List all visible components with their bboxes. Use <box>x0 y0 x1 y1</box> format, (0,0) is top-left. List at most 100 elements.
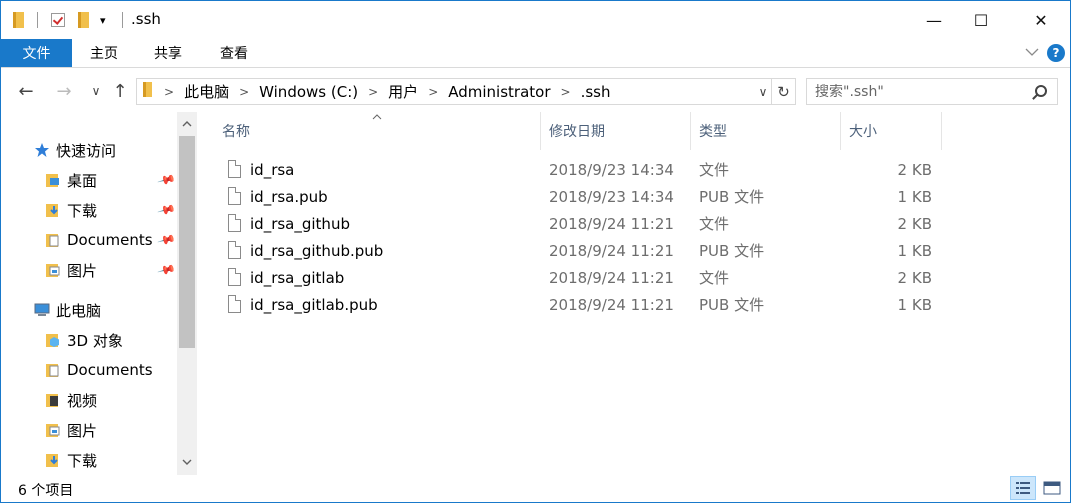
sidebar-item-label: 快速访问 <box>56 141 117 160</box>
chevron-right-icon[interactable]: > <box>364 85 382 99</box>
column-header-type[interactable]: 类型 <box>691 112 841 150</box>
sidebar-item-label: 下载 <box>67 201 98 220</box>
breadcrumb-this-pc[interactable]: 此电脑 <box>178 81 235 102</box>
pin-icon[interactable]: 📌 <box>157 200 177 220</box>
tab-home[interactable]: 主页 <box>77 39 131 67</box>
separator <box>122 1 123 39</box>
breadcrumb-users[interactable]: 用户 <box>382 81 424 102</box>
tab-share[interactable]: 共享 <box>141 39 195 67</box>
chevron-right-icon[interactable]: > <box>235 85 253 99</box>
title-bar: ▾ .ssh — ☐ ✕ <box>1 1 1070 39</box>
sidebar-item-label: 图片 <box>67 261 98 280</box>
large-icons-view-button[interactable] <box>1039 476 1065 500</box>
pin-icon[interactable]: 📌 <box>157 230 177 250</box>
videos-folder-icon <box>46 394 58 407</box>
details-view-button[interactable] <box>1010 476 1036 500</box>
file-icon <box>228 214 241 232</box>
details-view-icon <box>1016 482 1030 494</box>
scrollbar-thumb[interactable] <box>179 136 195 348</box>
file-row[interactable]: id_rsa_gitlab 2018/9/24 11:21 文件 2 KB <box>222 264 942 291</box>
downloads-folder-icon <box>46 454 58 467</box>
chevron-right-icon[interactable]: > <box>160 85 178 99</box>
folder-icon <box>143 82 152 101</box>
sidebar-item-label: 3D 对象 <box>67 331 123 350</box>
file-name: id_rsa_gitlab <box>250 268 345 287</box>
star-icon <box>35 143 49 157</box>
file-size: 2 KB <box>897 268 932 287</box>
tab-file[interactable]: 文件 <box>1 39 72 67</box>
file-icon <box>228 295 241 313</box>
file-icon <box>228 268 241 286</box>
expand-ribbon-chevron-icon[interactable] <box>1025 45 1039 59</box>
refresh-icon[interactable]: ↻ <box>771 79 795 104</box>
computer-icon <box>34 303 50 316</box>
file-name: id_rsa.pub <box>250 187 328 206</box>
sidebar-item-label: 视频 <box>67 391 98 410</box>
back-button[interactable]: ← <box>15 80 37 102</box>
sidebar-item-label: 图片 <box>67 421 98 440</box>
tab-view[interactable]: 查看 <box>207 39 261 67</box>
address-bar[interactable]: > 此电脑 > Windows (C:) > 用户 > Administrato… <box>136 78 796 105</box>
up-button[interactable]: ↑ <box>109 80 131 102</box>
file-icon <box>228 241 241 259</box>
file-type: PUB 文件 <box>699 188 765 206</box>
file-name: id_rsa_github.pub <box>250 241 384 260</box>
minimize-button[interactable]: — <box>911 1 957 39</box>
maximize-button[interactable]: ☐ <box>958 1 1004 39</box>
forward-button[interactable]: → <box>53 80 75 102</box>
sidebar-scrollbar[interactable] <box>177 112 197 475</box>
desktop-folder-icon <box>46 174 59 187</box>
file-size: 2 KB <box>897 160 932 179</box>
file-row[interactable]: id_rsa_github.pub 2018/9/24 11:21 PUB 文件… <box>222 237 942 264</box>
breadcrumb-drive-c[interactable]: Windows (C:) <box>253 83 364 101</box>
scroll-down-arrow-icon[interactable] <box>177 452 197 472</box>
navigation-bar: ← → ∨ ↑ > 此电脑 > Windows (C:) > 用户 > Admi… <box>1 68 1070 112</box>
item-count: 6 个项目 <box>18 483 74 499</box>
chevron-right-icon[interactable]: > <box>557 85 575 99</box>
help-icon[interactable]: ? <box>1047 44 1065 62</box>
properties-icon[interactable] <box>51 1 65 39</box>
address-history-dropdown-icon[interactable]: ∨ <box>755 82 771 102</box>
file-row[interactable]: id_rsa 2018/9/23 14:34 文件 2 KB <box>222 156 942 183</box>
search-icon[interactable] <box>1035 85 1047 97</box>
file-list: 名称 修改日期 类型 大小 id_rsa 2018/9/23 14:34 文件 … <box>197 112 1070 475</box>
file-date: 2018/9/24 11:21 <box>549 214 674 233</box>
recent-locations-button[interactable]: ∨ <box>85 80 107 102</box>
window-title: .ssh <box>131 10 161 28</box>
search-box[interactable] <box>806 78 1058 105</box>
file-size: 1 KB <box>897 295 932 314</box>
file-row[interactable]: id_rsa.pub 2018/9/23 14:34 PUB 文件 1 KB <box>222 183 942 210</box>
file-type: PUB 文件 <box>699 296 765 314</box>
pictures-folder-icon <box>46 264 60 277</box>
status-bar: 6 个项目 <box>1 475 1070 502</box>
column-header-date-modified[interactable]: 修改日期 <box>541 112 691 150</box>
file-type: 文件 <box>699 215 730 233</box>
customize-qat-dropdown-icon[interactable]: ▾ <box>100 1 106 39</box>
file-date: 2018/9/23 14:34 <box>549 160 674 179</box>
sidebar-item-label: Documents <box>67 361 153 379</box>
pin-icon[interactable]: 📌 <box>157 260 177 280</box>
new-folder-icon[interactable] <box>78 1 89 39</box>
column-header-name[interactable]: 名称 <box>214 112 541 150</box>
pin-icon[interactable]: 📌 <box>157 170 177 190</box>
search-input[interactable] <box>815 83 1025 100</box>
file-type: PUB 文件 <box>699 242 765 260</box>
file-row[interactable]: id_rsa_github 2018/9/24 11:21 文件 2 KB <box>222 210 942 237</box>
documents-folder-icon <box>46 234 59 247</box>
chevron-right-icon[interactable]: > <box>424 85 442 99</box>
column-header-size[interactable]: 大小 <box>841 112 942 150</box>
navigation-pane: 快速访问 桌面 📌 下载 📌 Documents 📌 图片 📌 此电脑 3D 对… <box>1 112 197 475</box>
file-name: id_rsa_github <box>250 214 350 233</box>
breadcrumb-administrator[interactable]: Administrator <box>442 83 556 101</box>
scroll-up-arrow-icon[interactable] <box>177 114 197 134</box>
file-type: 文件 <box>699 269 730 287</box>
file-date: 2018/9/23 14:34 <box>549 187 674 206</box>
file-row[interactable]: id_rsa_gitlab.pub 2018/9/24 11:21 PUB 文件… <box>222 291 942 318</box>
folder-icon <box>13 1 24 39</box>
file-size: 2 KB <box>897 214 932 233</box>
large-icons-view-icon <box>1043 481 1061 495</box>
breadcrumb-ssh[interactable]: .ssh <box>575 83 617 101</box>
close-button[interactable]: ✕ <box>1018 1 1064 39</box>
ribbon: 文件 主页 共享 查看 ? <box>1 39 1070 68</box>
documents-folder-icon <box>46 364 59 377</box>
